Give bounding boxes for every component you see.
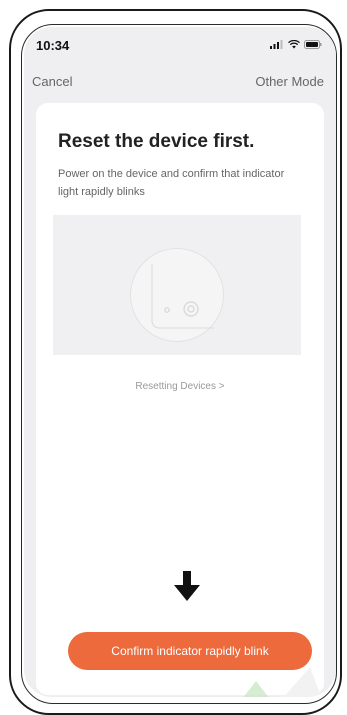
- status-bar: 10:34: [24, 27, 336, 65]
- cancel-button[interactable]: Cancel: [32, 74, 72, 89]
- signal-icon: [270, 40, 283, 49]
- instruction-text: Power on the device and confirm that ind…: [58, 168, 285, 198]
- status-icons: [270, 40, 322, 49]
- device-illustration: [53, 215, 301, 355]
- status-time: 10:34: [36, 38, 70, 53]
- reset-card: Reset the device first. Power on the dev…: [36, 103, 324, 695]
- app-screen: 10:34 Cancel Other Mode Reset the device…: [24, 27, 336, 697]
- device-image: [130, 248, 224, 342]
- nav-bar: Cancel Other Mode: [24, 71, 336, 95]
- resetting-devices-link[interactable]: Resetting Devices >: [36, 381, 324, 392]
- arrow-down-icon: [174, 571, 200, 601]
- other-mode-button[interactable]: Other Mode: [255, 74, 324, 89]
- battery-icon: [304, 40, 322, 49]
- wifi-icon: [288, 40, 300, 49]
- page-title: Reset the device first.: [58, 131, 255, 152]
- device-icon: [151, 264, 214, 329]
- watermark-icon: [243, 667, 322, 697]
